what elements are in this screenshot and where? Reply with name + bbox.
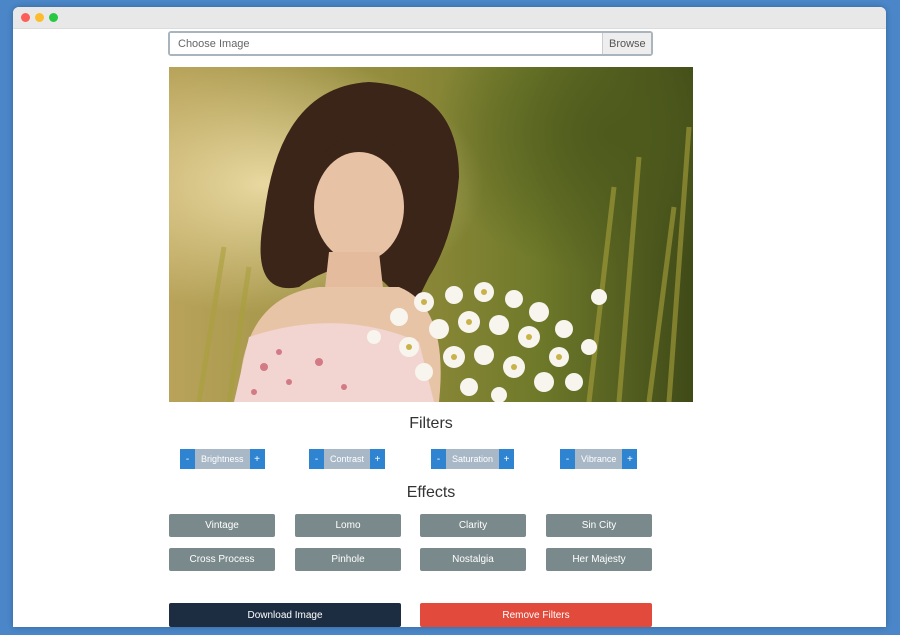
effect-vintage-button[interactable]: Vintage xyxy=(169,514,275,537)
saturation-plus-button[interactable]: + xyxy=(499,449,515,469)
contrast-filter: - Contrast + xyxy=(309,449,386,469)
contrast-label: Contrast xyxy=(324,449,371,469)
effects-heading: Effects xyxy=(406,484,456,501)
preview-image xyxy=(169,67,693,402)
vibrance-plus-button[interactable]: + xyxy=(622,449,638,469)
brightness-plus-button[interactable]: + xyxy=(249,449,265,469)
photo-illustration xyxy=(196,82,692,402)
contrast-plus-button[interactable]: + xyxy=(370,449,386,469)
vibrance-filter: - Vibrance + xyxy=(560,449,638,469)
effect-pinhole-button[interactable]: Pinhole xyxy=(295,548,401,571)
contrast-minus-button[interactable]: - xyxy=(309,449,324,469)
title-bar xyxy=(13,7,886,29)
brightness-minus-button[interactable]: - xyxy=(180,449,195,469)
brightness-filter: - Brightness + xyxy=(180,449,265,469)
effect-cross-process-button[interactable]: Cross Process xyxy=(169,548,275,571)
vibrance-minus-button[interactable]: - xyxy=(560,449,575,469)
effect-sin-city-button[interactable]: Sin City xyxy=(546,514,652,537)
browser-window: Browse xyxy=(13,7,886,627)
effect-nostalgia-button[interactable]: Nostalgia xyxy=(420,548,526,571)
saturation-filter: - Saturation + xyxy=(431,449,515,469)
saturation-minus-button[interactable]: - xyxy=(431,449,446,469)
brightness-label: Brightness xyxy=(195,449,250,469)
close-window-icon[interactable] xyxy=(21,13,30,22)
file-chooser: Browse xyxy=(168,31,653,56)
effect-lomo-button[interactable]: Lomo xyxy=(295,514,401,537)
choose-image-input[interactable] xyxy=(170,33,602,54)
vibrance-label: Vibrance xyxy=(575,449,623,469)
maximize-window-icon[interactable] xyxy=(49,13,58,22)
download-image-button[interactable]: Download Image xyxy=(169,603,401,627)
browse-button[interactable]: Browse xyxy=(602,33,651,54)
saturation-label: Saturation xyxy=(446,449,500,469)
effect-clarity-button[interactable]: Clarity xyxy=(420,514,526,537)
minimize-window-icon[interactable] xyxy=(35,13,44,22)
filters-heading: Filters xyxy=(409,415,453,432)
remove-filters-button[interactable]: Remove Filters xyxy=(420,603,652,627)
effect-her-majesty-button[interactable]: Her Majesty xyxy=(546,548,652,571)
